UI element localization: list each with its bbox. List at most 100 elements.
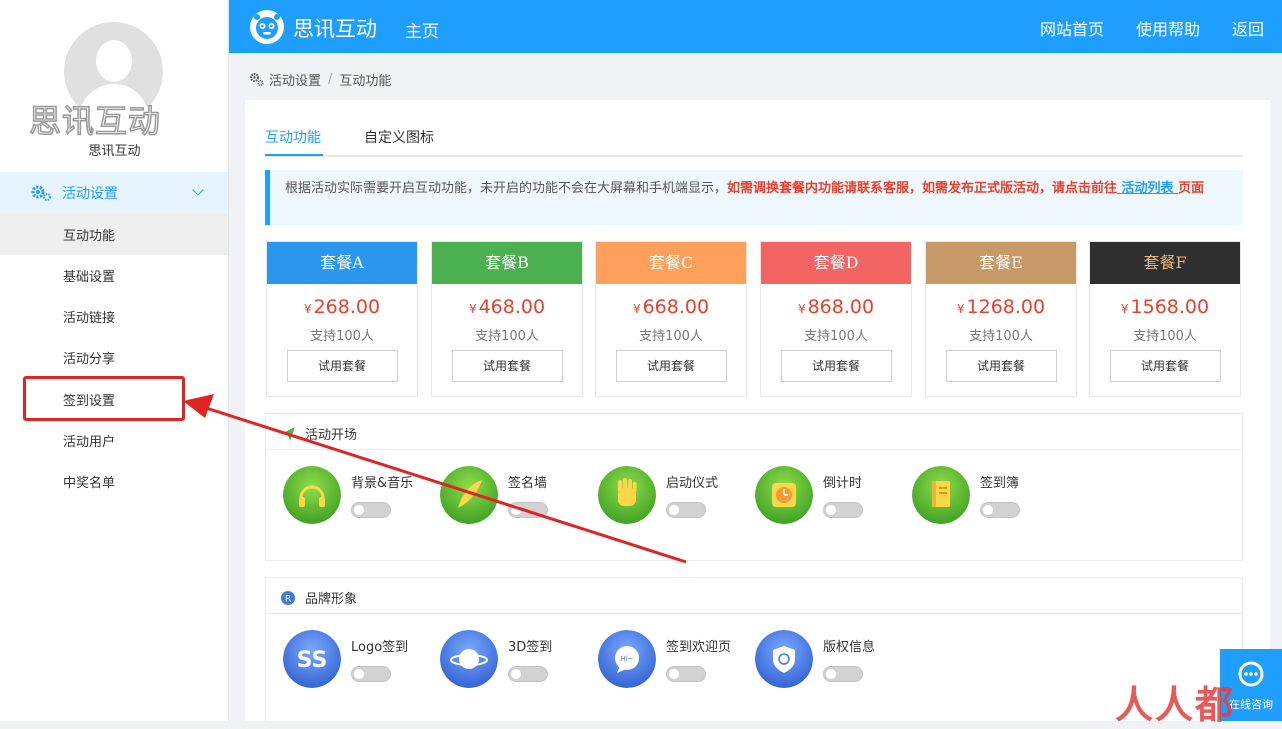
try-package-button[interactable]: 试用套餐 [615,350,727,382]
top-links: 网站首页 使用帮助 返回 [1040,16,1282,40]
activity-list-link[interactable]: 活动列表 [1117,181,1178,196]
help-link[interactable]: 使用帮助 [1136,16,1200,40]
feature-name: Logo签到 [351,640,409,655]
package-name: 套餐F [1090,242,1240,284]
section-brand-image: R 品牌形象 SS Logo签到 3D签到 Hi~ 签到欢迎页 版权信息 [265,577,1243,721]
feature-toggle[interactable] [508,502,548,518]
feature-toggle[interactable] [666,502,706,518]
chat-bubble-icon[interactable]: Hi~ [598,630,656,688]
sidebar-item-basic-settings[interactable]: 基础设置 [0,255,228,296]
section-title: 活动开场 [280,424,357,443]
sidebar-item-activity-share[interactable]: 活动分享 [0,337,228,378]
try-package-button[interactable]: 试用套餐 [286,350,398,382]
feature-toggle[interactable] [508,666,548,682]
tab-interactive-features[interactable]: 互动功能 [265,127,321,147]
package-price: ¥468.00 [432,296,582,318]
feature-countdown: 倒计时 [755,466,905,526]
highlight-box [23,376,185,421]
package-capacity: 支持100人 [475,329,539,344]
feature-toggle[interactable] [980,502,1020,518]
try-package-button[interactable]: 试用套餐 [1109,350,1221,382]
package-capacity: 支持100人 [310,329,374,344]
try-package-button[interactable]: 试用套餐 [451,350,563,382]
package-card: 套餐A ¥268.00 支持100人 试用套餐 [266,241,418,397]
sidebar-item-activity-users[interactable]: 活动用户 [0,420,228,461]
feature-name: 签到欢迎页 [666,640,732,655]
logo-icon[interactable]: SS [283,630,341,688]
sidebar-item-label: 中奖名单 [63,476,116,491]
package-name: 套餐A [267,242,417,284]
price-value: 1568.00 [1130,296,1210,318]
package-price: ¥868.00 [761,296,911,318]
home-link[interactable]: 主页 [405,17,439,42]
book-icon[interactable] [912,466,970,524]
price-value: 468.00 [478,296,546,318]
sidebar-item-interactive-features[interactable]: 互动功能 [0,214,228,255]
headphones-icon[interactable] [283,466,341,524]
try-package-button[interactable]: 试用套餐 [780,350,892,382]
active-tab-indicator [265,154,323,156]
feature-name: 启动仪式 [666,476,719,491]
registered-icon: R [281,590,295,605]
notice-page-text: 页面 [1178,181,1205,196]
logo-text: 思讯互动 [28,101,161,141]
feature-toggle[interactable] [823,502,863,518]
currency-symbol: ¥ [797,302,806,316]
feature-toggle[interactable] [351,502,391,518]
sidebar-item-label: 活动用户 [63,435,116,450]
package-card: 套餐B ¥468.00 支持100人 试用套餐 [431,241,583,397]
svg-text:SS: SS [297,648,328,673]
feature-background-music: 背景&音乐 [283,466,433,526]
sidebar-item-label: 基础设置 [63,270,116,285]
package-card: 套餐C ¥668.00 支持100人 试用套餐 [595,241,747,397]
price-value: 668.00 [642,296,710,318]
hand-icon[interactable] [598,466,656,524]
feather-icon[interactable] [440,466,498,524]
breadcrumb-activity-settings[interactable]: 活动设置 [269,70,321,89]
alarm-clock-icon[interactable] [755,466,813,524]
shield-icon[interactable] [755,630,813,688]
sidebar-group-label: 活动设置 [62,186,118,202]
tab-custom-icons[interactable]: 自定义图标 [364,127,434,147]
feature-name: 背景&音乐 [351,476,414,491]
breadcrumb-current: 互动功能 [339,74,392,89]
feature-checkin-book: 签到簿 [912,466,1062,526]
feature-name: 签名墙 [508,476,548,491]
brand-name[interactable]: 思讯互动 [293,13,377,43]
user-name: 思讯互动 [88,144,141,159]
price-value: 868.00 [807,296,875,318]
package-name: 套餐B [432,242,582,284]
notice-text: 根据活动实际需要开启互动功能，未开启的功能不会在大屏幕和手机端显示， [285,181,728,196]
sidebar-item-winners-list[interactable]: 中奖名单 [0,461,228,502]
package-capacity: 支持100人 [639,329,703,344]
paper-plane-icon [281,426,295,441]
currency-symbol: ¥ [468,302,477,316]
package-capacity: 支持100人 [969,329,1033,344]
planet-icon[interactable] [440,630,498,688]
feature-toggle[interactable] [351,666,391,682]
package-name: 套餐E [926,242,1076,284]
feature-name: 倒计时 [823,476,863,491]
sidebar: 思讯互动 思讯互动 活动设置 互动功能 基础设置 活动链接 活动分享 签到设置 … [0,0,229,721]
top-nav-bar: 思讯互动 主页 网站首页 使用帮助 返回 [229,0,1282,53]
gears-icon [31,185,51,201]
sidebar-group-activity-settings[interactable]: 活动设置 [0,172,228,214]
feature-toggle[interactable] [666,666,706,682]
back-link[interactable]: 返回 [1232,16,1264,40]
svg-text:R: R [285,594,291,604]
section-title: R 品牌形象 [280,588,357,607]
sidebar-item-activity-link[interactable]: 活动链接 [0,296,228,337]
feature-toggle[interactable] [823,666,863,682]
try-package-button[interactable]: 试用套餐 [945,350,1057,382]
feature-name: 3D签到 [508,640,553,655]
package-card: 套餐F ¥1568.00 支持100人 试用套餐 [1089,241,1241,397]
website-home-link[interactable]: 网站首页 [1040,16,1104,40]
feature-name: 签到簿 [980,476,1020,491]
currency-symbol: ¥ [1120,302,1129,316]
robot-logo-icon [250,10,284,44]
section-activity-opening: 活动开场 背景&音乐 签名墙 启动仪式 倒计时 签到簿 [265,413,1243,561]
feature-launch-ceremony: 启动仪式 [598,466,748,526]
tab-bar: 互动功能 自定义图标 [265,120,1243,157]
feature-name: 版权信息 [823,640,876,655]
gears-icon [250,73,264,87]
